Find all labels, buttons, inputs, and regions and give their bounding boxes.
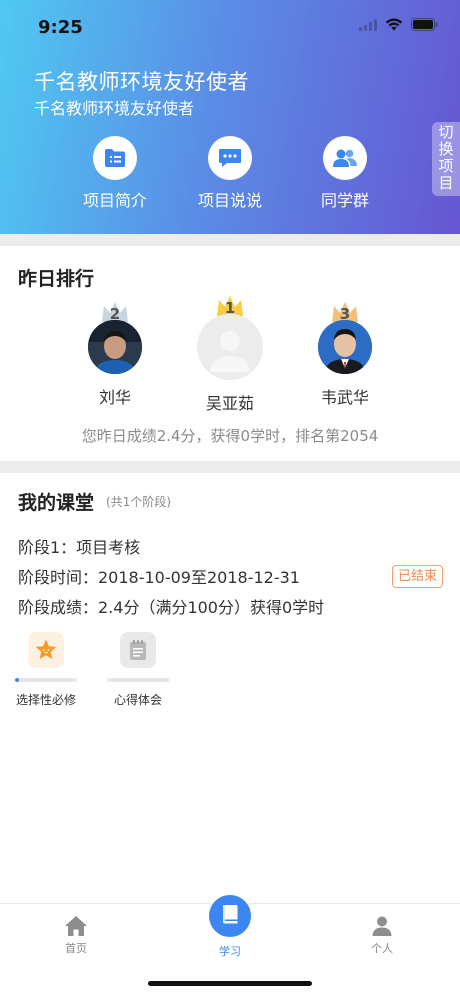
book-icon xyxy=(219,903,241,929)
tab-study-label: 学习 xyxy=(219,945,241,958)
project-talk-label: 项目说说 xyxy=(197,191,262,210)
wifi-icon xyxy=(385,18,403,31)
classmates-group-button[interactable]: 同学群 xyxy=(290,136,400,211)
tab-study[interactable] xyxy=(207,893,253,939)
module-progress-bar xyxy=(15,678,77,682)
status-icons xyxy=(359,18,438,31)
battery-icon xyxy=(411,18,438,31)
ranking-title: 昨日排行 xyxy=(18,268,95,290)
rank-third[interactable]: 3 韦武华 xyxy=(300,300,390,408)
module-elective-label: 选择性必修 xyxy=(15,693,76,707)
stage-period: 阶段时间：2018-10-09至2018-12-31 xyxy=(18,568,300,587)
rank-second[interactable]: 2 刘华 xyxy=(70,300,160,408)
rank-first[interactable]: 1 吴亚茹 xyxy=(185,294,275,414)
home-indicator xyxy=(148,981,312,986)
ranking-summary: 您昨日成绩2.4分，获得0学时，排名第2054 xyxy=(81,427,379,445)
chat-bubble-icon xyxy=(208,136,252,180)
project-intro-label: 项目简介 xyxy=(82,191,147,210)
folder-list-icon xyxy=(93,136,137,180)
group-icon xyxy=(323,136,367,180)
stage-score: 阶段成绩：2.4分（满分100分）获得0学时 xyxy=(18,598,325,617)
section-divider xyxy=(0,234,460,246)
module-progress-bar xyxy=(107,678,169,682)
project-title: 千名教师环境友好使者 xyxy=(34,70,249,94)
project-intro-button[interactable]: 项目简介 xyxy=(60,136,170,211)
module-reflection[interactable]: 心得体会 xyxy=(99,632,177,708)
section-divider xyxy=(0,461,460,473)
module-reflection-label: 心得体会 xyxy=(113,693,162,707)
module-progress-fill xyxy=(15,678,19,682)
switch-project-tab[interactable]: 切换项目 xyxy=(432,122,460,196)
project-talk-button[interactable]: 项目说说 xyxy=(175,136,285,211)
status-badge: 已结束 xyxy=(392,565,443,588)
tab-profile[interactable]: 个人 xyxy=(342,912,422,956)
stage-name: 阶段1：项目考核 xyxy=(18,538,141,557)
status-time: 9:25 xyxy=(38,17,83,38)
module-elective[interactable]: 选择性必修 xyxy=(7,632,85,708)
person-icon xyxy=(342,912,422,940)
avatar xyxy=(88,320,142,374)
classroom-title: 我的课堂 xyxy=(18,492,95,514)
home-icon xyxy=(36,912,116,940)
classroom-subtitle: (共1个阶段) xyxy=(106,495,171,509)
default-avatar-icon xyxy=(197,314,263,380)
cellular-signal-icon xyxy=(359,18,377,31)
rank-third-name: 韦武华 xyxy=(320,388,369,407)
notepad-icon xyxy=(120,632,156,668)
rank-first-name: 吴亚茹 xyxy=(205,394,254,413)
project-subtitle: 千名教师环境友好使者 xyxy=(34,99,195,118)
tab-home-label: 首页 xyxy=(65,942,87,955)
avatar xyxy=(318,320,372,374)
tab-home[interactable]: 首页 xyxy=(36,912,116,956)
tab-profile-label: 个人 xyxy=(371,942,393,955)
rank-second-name: 刘华 xyxy=(98,388,131,407)
project-header: 9:25 千名教师环境友好使者 千名教师环境友好使者 项目简介 项目说说 同学群… xyxy=(0,0,460,234)
star-icon xyxy=(28,632,64,668)
classmates-group-label: 同学群 xyxy=(320,191,369,210)
